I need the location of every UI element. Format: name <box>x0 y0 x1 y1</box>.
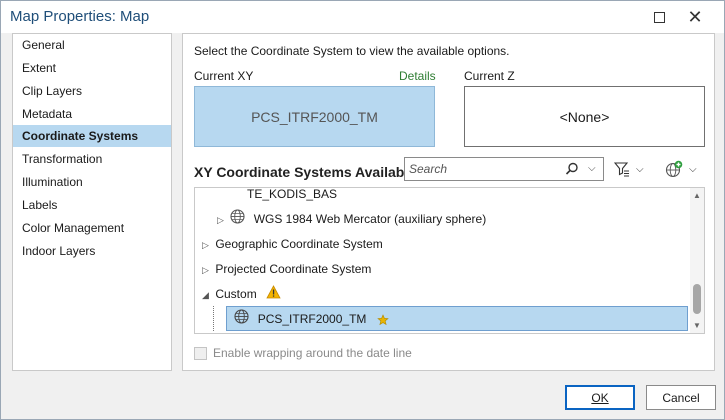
properties-sidebar: General Extent Clip Layers Metadata Coor… <box>12 33 172 371</box>
expand-arrow-icon[interactable]: ▷ <box>202 233 212 257</box>
sidebar-item-indoor-layers[interactable]: Indoor Layers <box>13 240 171 262</box>
tree-item[interactable]: ▷ Geographic Coordinate System <box>202 232 383 256</box>
current-z-label: Current Z <box>464 69 515 83</box>
maximize-button[interactable] <box>647 5 671 29</box>
details-link[interactable]: Details <box>399 69 436 83</box>
sidebar-item-clip-layers[interactable]: Clip Layers <box>13 80 171 102</box>
wrap-dateline-label: Enable wrapping around the date line <box>213 346 412 360</box>
coordinate-system-tree[interactable]: TE_KODIS_BAS ▷ WGS 1984 Web Mercator (au… <box>194 187 705 334</box>
sidebar-item-color-management[interactable]: Color Management <box>13 217 171 239</box>
scroll-down-icon[interactable]: ▼ <box>693 321 701 330</box>
chevron-down-icon: ⌵ <box>636 163 644 175</box>
search-box[interactable]: ⌵ <box>404 157 604 181</box>
close-icon: ✕ <box>687 7 703 27</box>
tree-scrollbar[interactable]: ▲ ▼ <box>690 188 704 333</box>
globe-icon <box>230 208 245 232</box>
warning-icon <box>266 283 281 307</box>
ok-button[interactable]: OK <box>565 385 635 410</box>
favorite-star-icon[interactable] <box>377 307 389 331</box>
ok-button-label: OK <box>591 390 609 405</box>
collapse-arrow-icon[interactable]: ◢ <box>202 283 212 307</box>
tree-item[interactable]: ▷ Projected Coordinate System <box>202 257 371 281</box>
tree-item-label: Geographic Coordinate System <box>215 237 383 251</box>
scroll-up-icon[interactable]: ▲ <box>693 191 701 200</box>
available-heading: XY Coordinate Systems Available <box>194 164 417 180</box>
current-xy-label: Current XY <box>194 69 254 83</box>
current-xy-box[interactable]: PCS_ITRF2000_TM <box>194 86 435 147</box>
cancel-button[interactable]: Cancel <box>646 385 716 410</box>
filter-button[interactable]: ⌵ <box>614 157 644 181</box>
tree-item-selected[interactable]: PCS_ITRF2000_TM <box>226 306 688 331</box>
wrap-dateline-checkbox[interactable] <box>194 346 207 360</box>
search-input[interactable] <box>409 161 557 177</box>
sidebar-item-coordinate-systems[interactable]: Coordinate Systems <box>13 125 171 147</box>
window-title: Map Properties: Map <box>10 8 150 25</box>
sidebar-item-metadata[interactable]: Metadata <box>13 103 171 125</box>
wrap-dateline-option: Enable wrapping around the date line <box>194 346 412 360</box>
tree-item-label: TE_KODIS_BAS <box>247 187 338 201</box>
add-coordinate-system-button[interactable]: ⌵ <box>665 157 697 181</box>
scrollbar-thumb[interactable] <box>693 284 701 314</box>
sidebar-item-labels[interactable]: Labels <box>13 194 171 216</box>
current-xy-value: PCS_ITRF2000_TM <box>251 108 378 125</box>
filter-icon <box>614 162 629 177</box>
close-button[interactable]: ✕ <box>683 5 707 29</box>
chevron-down-icon[interactable]: ⌵ <box>588 163 596 174</box>
tree-item-label: PCS_ITRF2000_TM <box>257 312 367 326</box>
title-bar: Map Properties: Map ✕ <box>1 1 724 33</box>
sidebar-item-transformation[interactable]: Transformation <box>13 148 171 170</box>
expand-arrow-icon[interactable]: ▷ <box>217 208 227 232</box>
tree-item-label: WGS 1984 Web Mercator (auxiliary sphere) <box>253 212 487 226</box>
tree-item[interactable]: TE_KODIS_BAS <box>247 187 338 206</box>
add-globe-icon <box>665 160 683 178</box>
expand-arrow-icon[interactable]: ▷ <box>202 258 212 282</box>
sidebar-item-illumination[interactable]: Illumination <box>13 171 171 193</box>
sidebar-item-general[interactable]: General <box>13 34 171 56</box>
chevron-down-icon: ⌵ <box>689 163 697 175</box>
current-z-box[interactable]: <None> <box>464 86 705 147</box>
tree-item[interactable]: ◢ Custom <box>202 282 281 306</box>
globe-icon <box>234 308 249 332</box>
tree-guide-line <box>213 306 214 331</box>
tree-item-label: Custom <box>215 287 257 301</box>
cancel-button-label: Cancel <box>662 390 700 405</box>
current-z-value: <None> <box>559 108 610 125</box>
tree-item-label: Projected Coordinate System <box>215 262 372 276</box>
coordinate-systems-panel: Select the Coordinate System to view the… <box>182 33 715 371</box>
instruction-text: Select the Coordinate System to view the… <box>194 44 510 58</box>
map-properties-dialog: Map Properties: Map ✕ General Extent Cli… <box>0 0 725 420</box>
maximize-icon <box>653 11 665 23</box>
search-icon[interactable] <box>565 162 579 179</box>
sidebar-item-extent[interactable]: Extent <box>13 57 171 79</box>
tree-item[interactable]: ▷ WGS 1984 Web Mercator (auxiliary spher… <box>217 207 486 231</box>
